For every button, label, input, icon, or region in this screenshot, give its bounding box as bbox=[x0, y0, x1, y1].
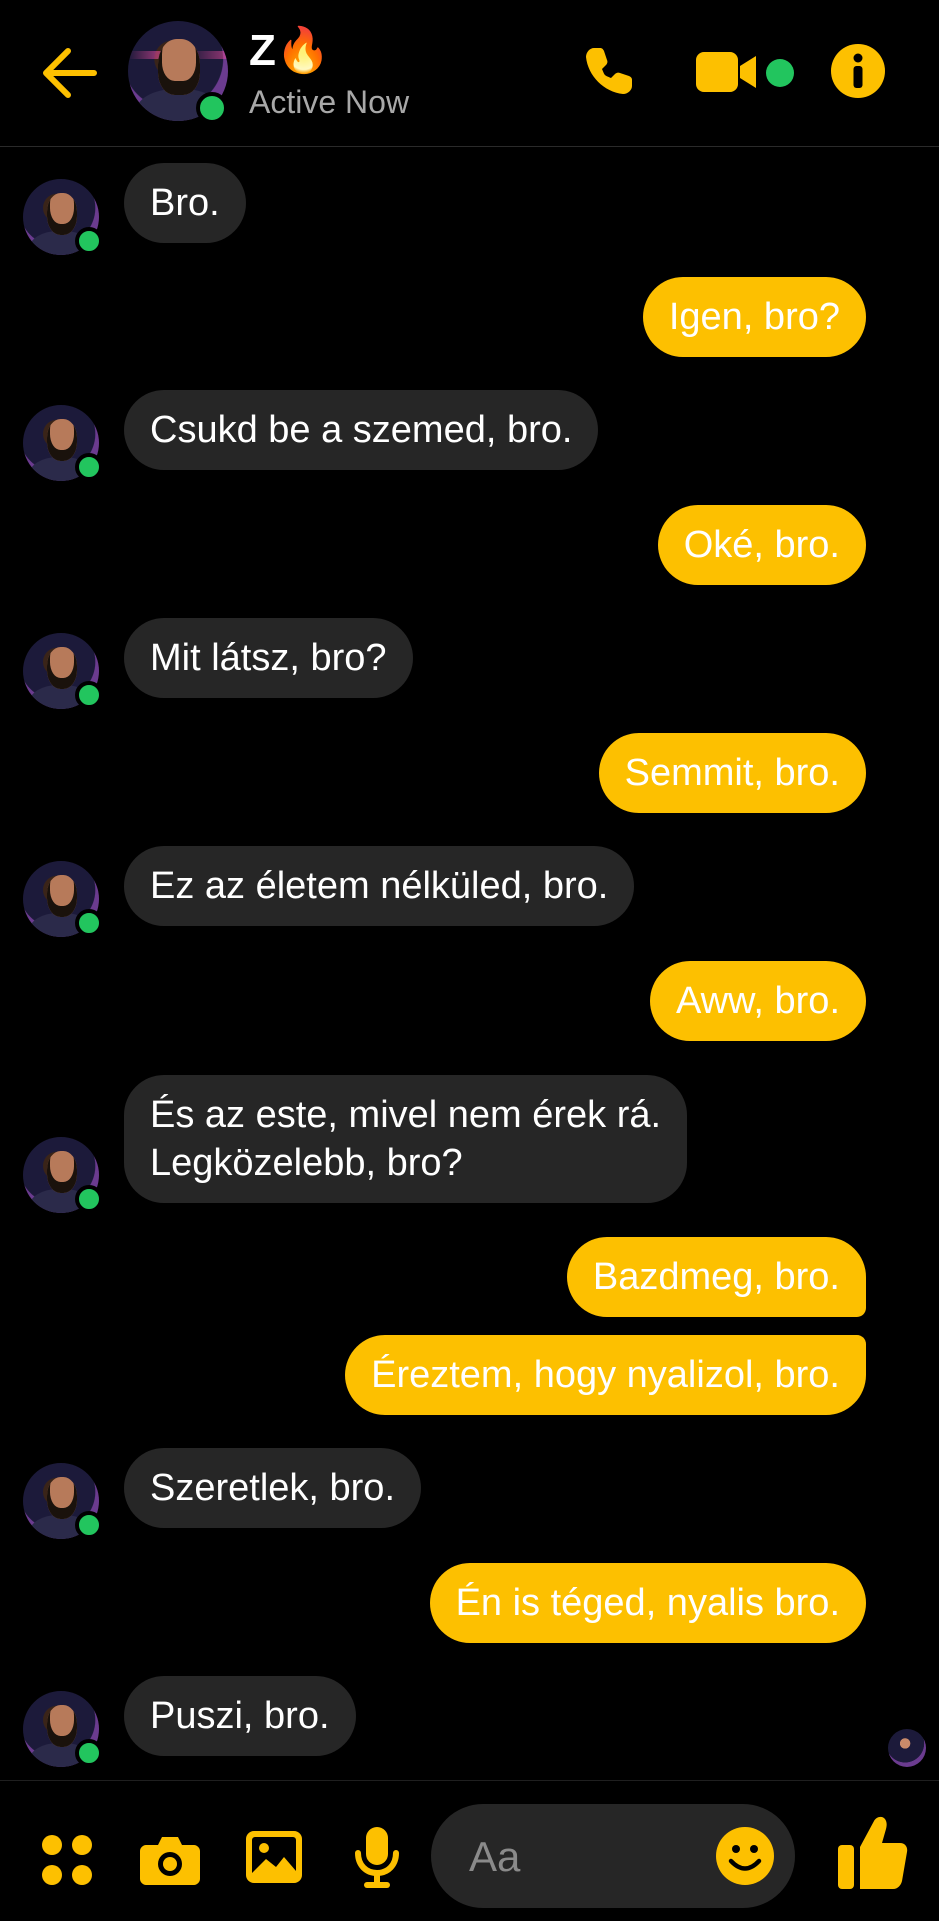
message-text: Szeretlek, bro. bbox=[124, 1448, 421, 1528]
message-list[interactable]: Bro. Igen, bro? Csukd be a szemed, bro. … bbox=[0, 147, 939, 1777]
message-line-2: Legközelebb, bro? bbox=[150, 1142, 463, 1184]
back-arrow-icon[interactable] bbox=[38, 45, 98, 101]
avatar-face bbox=[158, 39, 200, 95]
thumbs-up-icon[interactable] bbox=[838, 1815, 908, 1889]
message-text: Mit látsz, bro? bbox=[124, 618, 413, 698]
message-line-1: És az este, mivel nem érek rá. bbox=[150, 1094, 662, 1136]
incoming-message[interactable]: Csukd be a szemed, bro. bbox=[124, 390, 599, 470]
seen-receipt-avatar bbox=[888, 1729, 926, 1767]
gallery-icon[interactable] bbox=[246, 1831, 302, 1883]
info-icon[interactable] bbox=[831, 44, 885, 98]
active-call-dot bbox=[766, 59, 794, 87]
online-indicator bbox=[75, 681, 103, 709]
outgoing-message[interactable]: Éreztem, hogy nyalizol, bro. bbox=[345, 1335, 866, 1415]
avatar-face bbox=[47, 1705, 77, 1747]
message-text: Oké, bro. bbox=[657, 505, 866, 585]
message-text: Ez az életem nélküled, bro. bbox=[124, 846, 635, 926]
avatar-face bbox=[47, 647, 77, 689]
chat-header: Z🔥 Active Now bbox=[0, 0, 939, 147]
message-text: Bro. bbox=[124, 163, 246, 243]
online-indicator bbox=[75, 453, 103, 481]
message-text: Semmit, bro. bbox=[598, 733, 866, 813]
outgoing-message[interactable]: Semmit, bro. bbox=[598, 733, 866, 813]
outgoing-message[interactable]: Oké, bro. bbox=[657, 505, 866, 585]
avatar-face bbox=[47, 1151, 77, 1193]
message-input[interactable] bbox=[467, 1828, 711, 1886]
online-indicator bbox=[75, 1739, 103, 1767]
contact-status: Active Now bbox=[249, 84, 410, 120]
message-text: Igen, bro? bbox=[642, 277, 866, 357]
incoming-message[interactable]: Puszi, bro. bbox=[124, 1676, 356, 1756]
message-text: Puszi, bro. bbox=[124, 1676, 356, 1756]
message-text: Aww, bro. bbox=[649, 961, 866, 1041]
outgoing-message[interactable]: Aww, bro. bbox=[649, 961, 866, 1041]
avatar-face bbox=[47, 1477, 77, 1519]
emoji-icon[interactable] bbox=[715, 1826, 775, 1886]
online-indicator bbox=[75, 1511, 103, 1539]
phone-icon[interactable] bbox=[580, 44, 636, 100]
incoming-message[interactable]: Bro. bbox=[124, 163, 246, 243]
incoming-message[interactable]: Ez az életem nélküled, bro. bbox=[124, 846, 635, 926]
message-text: Én is téged, nyalis bro. bbox=[429, 1563, 866, 1643]
message-text: Csukd be a szemed, bro. bbox=[124, 390, 599, 470]
incoming-message[interactable]: És az este, mivel nem érek rá. Legközele… bbox=[124, 1075, 688, 1203]
message-composer[interactable] bbox=[431, 1804, 795, 1908]
video-camera-icon[interactable] bbox=[696, 50, 758, 94]
online-indicator bbox=[75, 1185, 103, 1213]
incoming-message[interactable]: Mit látsz, bro? bbox=[124, 618, 413, 698]
message-text: És az este, mivel nem érek rá. Legközele… bbox=[124, 1075, 688, 1203]
outgoing-message[interactable]: Bazdmeg, bro. bbox=[566, 1237, 866, 1317]
avatar-face bbox=[47, 875, 77, 917]
camera-icon[interactable] bbox=[140, 1833, 200, 1885]
online-indicator bbox=[196, 92, 228, 124]
incoming-message[interactable]: Szeretlek, bro. bbox=[124, 1448, 421, 1528]
message-text: Éreztem, hogy nyalizol, bro. bbox=[345, 1335, 866, 1415]
avatar-face bbox=[47, 193, 77, 235]
online-indicator bbox=[75, 227, 103, 255]
outgoing-message[interactable]: Igen, bro? bbox=[642, 277, 866, 357]
outgoing-message[interactable]: Én is téged, nyalis bro. bbox=[429, 1563, 866, 1643]
apps-icon[interactable] bbox=[40, 1833, 94, 1887]
composer-bar bbox=[0, 1780, 939, 1921]
contact-name[interactable]: Z🔥 bbox=[249, 24, 331, 76]
microphone-icon[interactable] bbox=[354, 1827, 400, 1889]
online-indicator bbox=[75, 909, 103, 937]
avatar-face bbox=[47, 419, 77, 461]
message-text: Bazdmeg, bro. bbox=[566, 1237, 866, 1317]
